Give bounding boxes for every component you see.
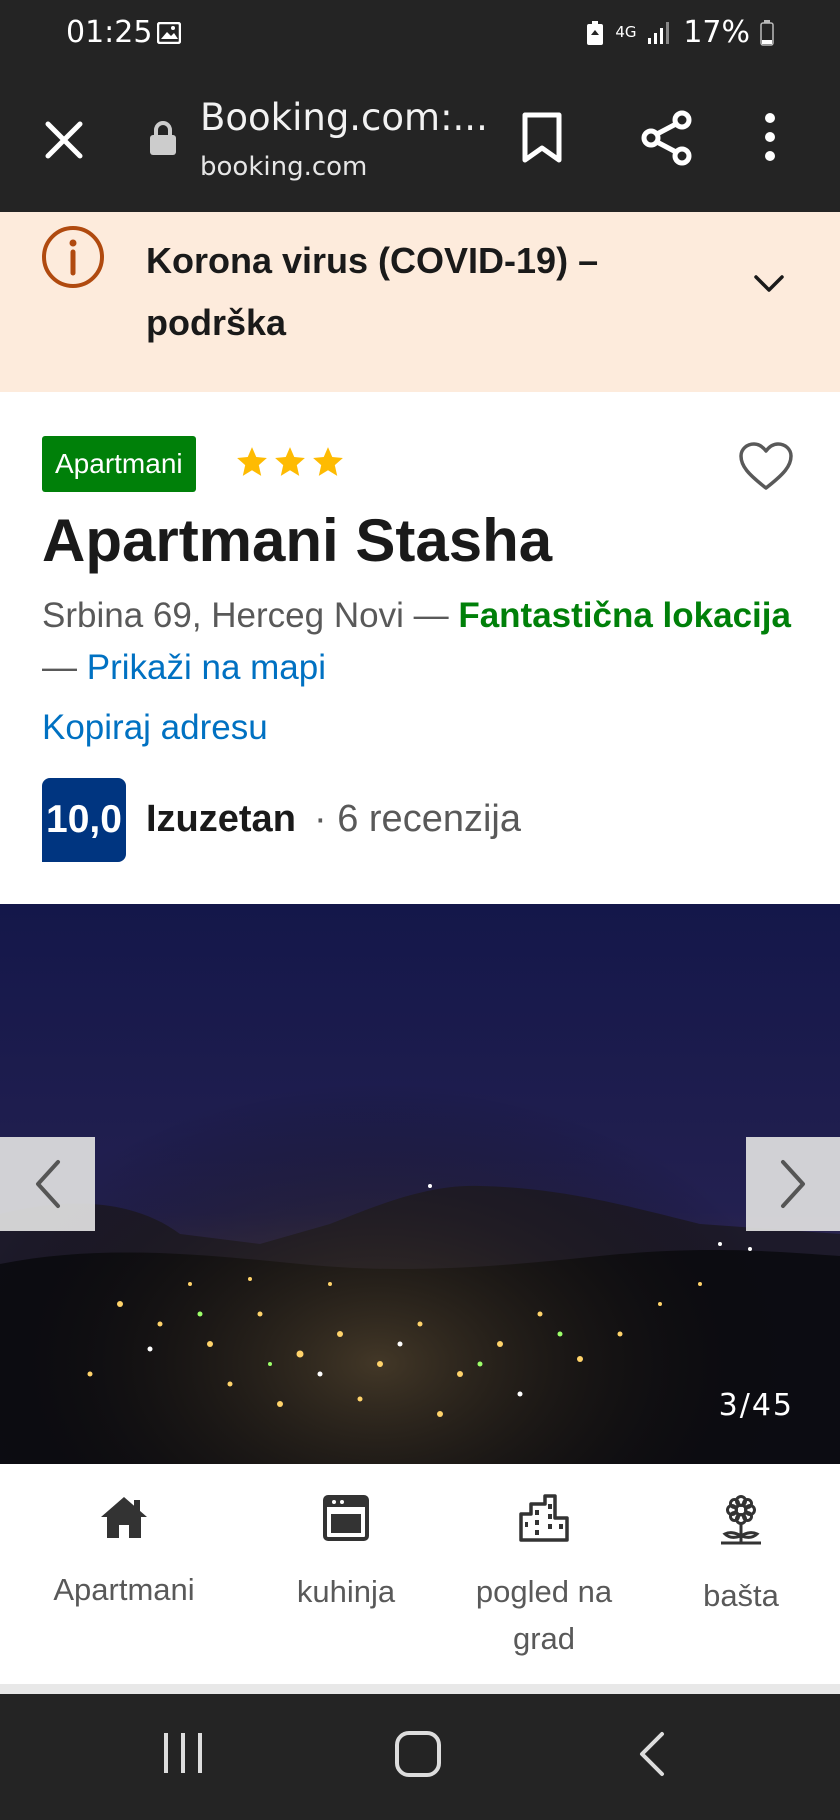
star-icon [237, 447, 267, 476]
property-photo[interactable] [0, 904, 840, 1464]
bookmark-icon[interactable] [520, 112, 564, 169]
address-text: Srbina 69, Herceg Novi — [42, 596, 449, 635]
heart-icon[interactable] [738, 442, 794, 497]
flower-icon [721, 1495, 761, 1545]
covid-banner-title[interactable]: Korona virus (COVID-19) – podrška [146, 230, 706, 354]
share-icon[interactable] [640, 110, 694, 171]
facility-item[interactable]: bašta [682, 1494, 800, 1619]
system-navigation-bar [0, 1694, 840, 1820]
facility-label: bašta [703, 1578, 779, 1613]
home-icon [101, 1497, 147, 1538]
next-photo-button[interactable] [746, 1137, 840, 1231]
gallery-notification-icon [156, 21, 182, 49]
facility-label: Apartmani [53, 1572, 195, 1607]
review-count[interactable]: · 6 recenzija [314, 798, 521, 841]
facility-label: kuhinja [296, 1574, 396, 1609]
property-type-badge: Apartmani [42, 436, 196, 492]
battery-saver-icon [585, 20, 605, 46]
previous-photo-button[interactable] [0, 1137, 95, 1231]
photo-counter: 3/45 [718, 1388, 794, 1423]
facility-item[interactable]: pogled na grad [460, 1494, 628, 1662]
review-score-word[interactable]: Izuzetan [146, 798, 296, 841]
address-block: Srbina 69, Herceg Novi — Fantastična lok… [42, 590, 812, 694]
star-icon [275, 447, 305, 476]
status-indicators: 4G 17% [585, 15, 774, 50]
chevron-down-icon[interactable] [752, 272, 786, 299]
city-icon [519, 1494, 569, 1542]
more-options-icon[interactable] [762, 112, 778, 167]
facility-item[interactable]: kuhinja [276, 1494, 416, 1615]
status-bar: 01:25 4G 17% [0, 0, 840, 68]
location-rating: Fantastična lokacija [458, 596, 791, 635]
star-rating [235, 445, 345, 479]
lock-icon [148, 120, 178, 161]
show-on-map-link[interactable]: Prikaži na mapi [87, 648, 326, 687]
network-type-icon: 4G [615, 23, 637, 41]
property-title: Apartmani Stasha [42, 507, 553, 574]
signal-icon [647, 21, 673, 45]
back-icon[interactable] [636, 1730, 668, 1783]
facility-label: pogled na grad [475, 1574, 613, 1656]
address-separator: — [42, 648, 77, 687]
page-title[interactable]: Booking.com:... [200, 96, 488, 139]
star-icon [313, 447, 343, 476]
close-icon[interactable] [40, 116, 88, 164]
battery-percent: 17% [683, 15, 750, 50]
browser-toolbar: Booking.com:... booking.com [0, 68, 840, 212]
oven-icon [323, 1495, 369, 1541]
home-button-icon[interactable] [394, 1730, 442, 1783]
copy-address-link[interactable]: Kopiraj adresu [42, 708, 268, 748]
status-time: 01:25 [66, 15, 153, 50]
page-domain[interactable]: booking.com [200, 152, 367, 182]
section-divider [0, 1684, 840, 1694]
info-icon [40, 224, 106, 295]
facility-item[interactable]: Apartmani [46, 1494, 202, 1613]
battery-icon [760, 19, 774, 46]
review-score-badge[interactable]: 10,0 [42, 778, 126, 862]
recent-apps-icon[interactable] [160, 1730, 206, 1781]
